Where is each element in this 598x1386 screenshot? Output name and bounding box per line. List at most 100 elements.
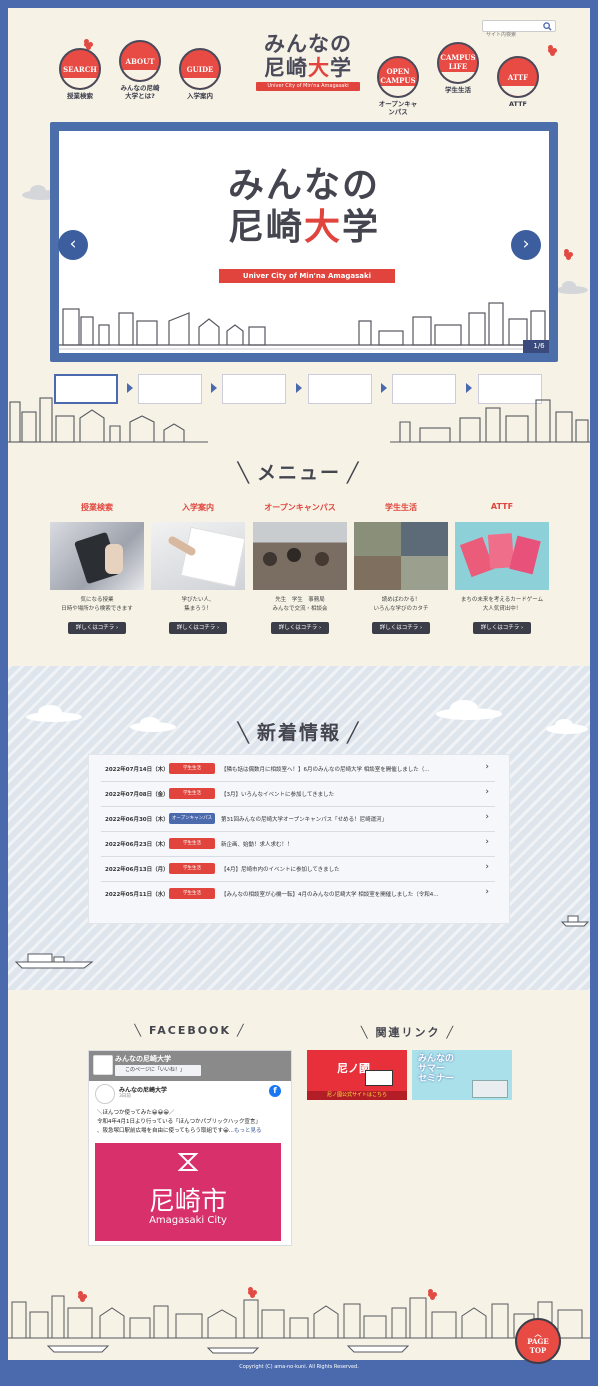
menu-item-desc: 学びたい人、 集まろう！ — [181, 597, 215, 612]
slide-counter: 1/6 — [523, 340, 549, 353]
post-body: ＼ほんつか使ってみた😀😀😀／ 令和4年4月1日より行っている「ほんつかパブリック… — [97, 1110, 262, 1134]
news-row[interactable]: 2022年06月13日（月） 学生生活 【4月】尼崎市内のイベントに参加してきま… — [101, 857, 495, 882]
nav-guide[interactable]: GUIDE 入学案内 — [172, 48, 228, 100]
details-button[interactable]: 詳しくはコチラ › — [68, 622, 126, 634]
chevron-right-icon — [381, 383, 387, 393]
news-title: 第31回みんなの尼崎大学オープンキャンパス「せめる！尼崎運河」 — [221, 817, 388, 823]
nav-label: みんなの尼崎大学とは? — [120, 84, 160, 100]
search-icon[interactable] — [543, 22, 552, 31]
chevron-right-icon: › — [485, 812, 489, 822]
menu-item-heading: ATTF — [490, 502, 514, 511]
nav-open-campus[interactable]: OPEN CAMPUS オープンキャンパス — [370, 56, 426, 116]
see-more-link[interactable]: もっと見る — [234, 1128, 262, 1134]
facebook-icon[interactable]: f — [269, 1085, 281, 1097]
menu-photo-cards — [455, 522, 549, 590]
nav-label: 学生生活 — [445, 86, 471, 94]
details-button[interactable]: 詳しくはコチラ › — [169, 622, 227, 634]
news-row[interactable]: 2022年07月14日（木） 学生生活 【隣も話は偶数月に相談室へ！】6月のみん… — [101, 757, 495, 782]
news-row[interactable]: 2022年05月11日（水） 学生生活 【みんなの相談室が心機一転】4月のみんな… — [101, 882, 495, 907]
menu-item-open-campus[interactable]: オープンキャンパス 先生 学生 事務局 みんなで交流・相談会 詳しくはコチラ › — [252, 502, 348, 634]
facebook-page-header[interactable]: みんなの尼崎大学 このページに「いいね！」 — [89, 1051, 291, 1081]
nav-label: 授業検索 — [67, 92, 93, 100]
right-skyline-illustration — [390, 399, 590, 443]
flower-deco-icon — [548, 48, 553, 53]
menu-photo-collage — [354, 522, 448, 590]
flower-deco-icon — [428, 1292, 433, 1297]
site-logo[interactable]: みんなの 尼崎大学 Univer City of Min'na Amagasak… — [252, 32, 364, 91]
news-title: 【隣も話は偶数月に相談室へ！】6月のみんなの尼崎大学 相談室を開催しました（..… — [221, 767, 430, 773]
footer-skyline-illustration — [8, 1295, 590, 1354]
search-input[interactable] — [483, 30, 541, 40]
facebook-section-title: ╲ FACEBOOK ╱ — [134, 1024, 246, 1037]
flower-deco-icon — [248, 1290, 253, 1295]
flower-deco-icon — [78, 1294, 83, 1299]
category-badge: 学生生活 — [169, 863, 215, 874]
menu-photo-form — [151, 522, 245, 590]
search-nav-icon: SEARCH — [59, 48, 101, 90]
chevron-right-icon: › — [485, 862, 489, 872]
news-list: 2022年07月14日（木） 学生生活 【隣も話は偶数月に相談室へ！】6月のみん… — [88, 754, 510, 924]
menu-item-guide[interactable]: 入学案内 学びたい人、 集まろう！ 詳しくはコチラ › — [150, 502, 246, 634]
open-campus-nav-icon: OPEN CAMPUS — [377, 56, 419, 98]
chevron-right-icon: › — [485, 762, 489, 772]
category-badge: 学生生活 — [169, 888, 215, 899]
copyright: Copyright (C) ama-no-kuni. All Rights Re… — [239, 1364, 359, 1370]
slider-next-button[interactable]: › — [511, 230, 541, 260]
nav-about[interactable]: ABOUT みんなの尼崎大学とは? — [112, 40, 168, 100]
amanokuni-banner-link[interactable]: 尼ノ國 尼ノ國公式サイトはこちら — [307, 1050, 407, 1100]
chevron-right-icon: › — [485, 887, 489, 897]
details-button[interactable]: 詳しくはコチラ › — [271, 622, 329, 634]
nav-label: 入学案内 — [187, 92, 213, 100]
page-top-button[interactable]: ︿ PAGE TOP — [515, 1318, 561, 1364]
nav-campus-life[interactable]: CAMPUS LIFE 学生生活 — [430, 42, 486, 94]
slider-thumb-3[interactable] — [222, 374, 286, 404]
nav-label: オープンキャンパス — [378, 100, 418, 116]
building-icon — [472, 1080, 508, 1098]
slider-thumb-4[interactable] — [308, 374, 372, 404]
news-section: ╲ 新着情報 ╱ 2022年07月14日（木） 学生生活 【隣も話は偶数月に相談室へ… — [8, 666, 590, 990]
news-title: 【4月】尼崎市内のイベントに参加してきました — [221, 867, 340, 873]
news-title: 【みんなの相談室が心機一転】4月のみんなの尼崎大学 相談室を開催しました（令和4… — [221, 892, 439, 898]
news-title: 新企画、始動！求人求む！！ — [221, 842, 293, 848]
news-row[interactable]: 2022年06月23日（木） 学生生活 新企画、始動！求人求む！！ › — [101, 832, 495, 857]
menu-item-desc: 先生 学生 事務局 みんなで交流・相談会 — [272, 597, 328, 612]
news-row[interactable]: 2022年07月08日（金） 学生生活 【3月】いろんなイベントに参加してきまし… — [101, 782, 495, 807]
facebook-widget[interactable]: みんなの尼崎大学 このページに「いいね！」 みんなの尼崎大学 3日前 f ＼ほん… — [88, 1050, 292, 1246]
slider-prev-button[interactable]: ‹ — [58, 230, 88, 260]
nav-label: ATTF — [509, 100, 527, 108]
post-image[interactable]: 尼崎市 Amagasaki City — [95, 1143, 281, 1241]
menu-item-heading: 入学案内 — [182, 503, 214, 512]
menu-item-campus-life[interactable]: 学生生活 読めばわかる！ いろんな学びのカタチ 詳しくはコチラ › — [353, 502, 449, 634]
hero-slide: みんなの 尼崎大学 Univer City of Min'na Amagasak… — [59, 131, 549, 353]
menu-item-heading: オープンキャンパス — [264, 503, 336, 512]
category-badge: オープンキャンパス — [169, 813, 215, 824]
avatar — [95, 1084, 115, 1104]
chevron-right-icon: › — [485, 837, 489, 847]
nav-search[interactable]: SEARCH 授業検索 — [52, 48, 108, 100]
summer-seminar-banner-link[interactable]: みんなの サマー セミナー — [412, 1050, 512, 1100]
left-skyline-illustration — [8, 397, 208, 443]
chevron-right-icon: › — [485, 787, 489, 797]
news-row[interactable]: 2022年06月30日（木） オープンキャンパス 第31回みんなの尼崎大学オープ… — [101, 807, 495, 832]
hero-slider: みんなの 尼崎大学 Univer City of Min'na Amagasak… — [50, 122, 558, 362]
chevron-right-icon — [296, 383, 302, 393]
menu-item-search[interactable]: 授業検索 気になる授業 日時や場所から検索できます 詳しくはコチラ › — [49, 502, 145, 634]
related-links-title: ╲ 関連リンク ╱ — [360, 1026, 456, 1039]
logo-line1: みんなの — [264, 32, 352, 56]
category-badge: 学生生活 — [169, 838, 215, 849]
facebook-like-button[interactable]: このページに「いいね！」 — [115, 1065, 201, 1076]
menu-item-attf[interactable]: ATTF まちの未来を考えるカードゲーム 大人気貸出中！ 詳しくはコチラ › — [454, 502, 550, 634]
cloud-icon — [436, 700, 502, 720]
guide-nav-icon: GUIDE — [179, 48, 221, 90]
cloud-icon — [556, 281, 588, 294]
campus-life-nav-icon: CAMPUS LIFE — [437, 42, 479, 84]
logo-line2: 尼崎大学 — [264, 56, 352, 80]
details-button[interactable]: 詳しくはコチラ › — [372, 622, 430, 634]
nav-attf[interactable]: ATTF ATTF — [490, 56, 546, 108]
menu-item-desc: まちの未来を考えるカードゲーム 大人気貸出中！ — [460, 597, 544, 612]
menu-photo-tablet — [50, 522, 144, 590]
menu-item-heading: 授業検索 — [81, 503, 113, 512]
menu-section-title: ╲ メニュー ╱ — [237, 462, 361, 484]
details-button[interactable]: 詳しくはコチラ › — [473, 622, 531, 634]
site-search[interactable] — [482, 20, 556, 40]
